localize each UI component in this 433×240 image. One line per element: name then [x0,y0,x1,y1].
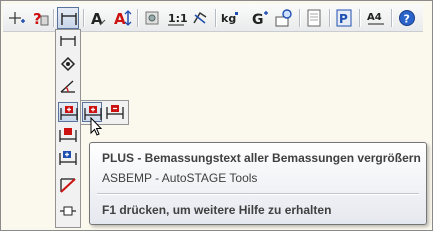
text-height-icon[interactable]: A [111,7,133,29]
tooltip: PLUS - Bemassungstext aller Bemassungen … [89,142,427,225]
help-object-icon[interactable]: ? [29,7,51,29]
svg-text:A: A [114,10,126,28]
tooltip-title: PLUS - Bemassungstext aller Bemassungen … [102,151,421,165]
svg-text:G: G [252,12,264,28]
page-icon[interactable] [303,7,325,29]
angle-arrow-icon[interactable] [58,54,78,74]
plot-icon[interactable]: P [333,7,355,29]
toolbar-separator [215,9,217,27]
toolbar-separator [53,9,55,27]
svg-text:P: P [339,12,348,26]
toolbar-separator [299,9,301,27]
goto-icon[interactable]: G [249,7,271,29]
dimension-frame-icon[interactable] [58,201,78,221]
dimension-text-minus-icon[interactable] [105,102,125,122]
crosshair-plus-icon[interactable] [6,7,28,29]
top-toolbar: ? A A 1:1 kg G P A4 ? [3,4,423,32]
mouse-pointer-icon [90,116,104,141]
toolbar-separator [329,9,331,27]
svg-text:?: ? [33,10,42,28]
svg-text:A: A [91,10,103,28]
toolbar-separator [359,9,361,27]
linear-dimension-icon[interactable] [58,31,78,51]
zoom-window-icon[interactable] [273,7,295,29]
tooltip-description: ASBEMP - AutoSTAGE Tools [102,171,258,185]
scale-icon[interactable]: 1:1 [165,7,187,29]
tooltip-separator [97,193,419,195]
dimension-text-size-icon[interactable] [58,102,78,122]
dimension-text-move-icon[interactable] [58,125,78,145]
svg-text:?: ? [404,13,410,26]
text-style-icon[interactable]: A [87,7,109,29]
svg-text:1:1: 1:1 [168,12,187,25]
toolbar-separator [83,9,85,27]
toolbar-separator [137,9,139,27]
weight-icon[interactable]: kg [219,7,241,29]
canvas-area: ? A A 1:1 kg G P A4 ? PLUS - Bemassungst… [0,0,433,231]
svg-text:kg: kg [221,12,236,25]
tooltip-help-hint: F1 drücken, um weitere Hilfe zu erhalten [102,203,332,217]
dimension-text-shift-icon[interactable] [58,148,78,168]
paper-a4-icon[interactable]: A4 [365,7,387,29]
help-icon[interactable]: ? [396,7,418,29]
rotate-icon[interactable] [189,7,211,29]
svg-text:A4: A4 [367,12,382,23]
angular-dimension-icon[interactable] [58,76,78,96]
tools-icon[interactable] [141,7,163,29]
toolbar-separator [391,9,393,27]
dimension-delete-icon[interactable] [58,175,78,195]
dimension-flyout-icon[interactable] [57,7,79,29]
